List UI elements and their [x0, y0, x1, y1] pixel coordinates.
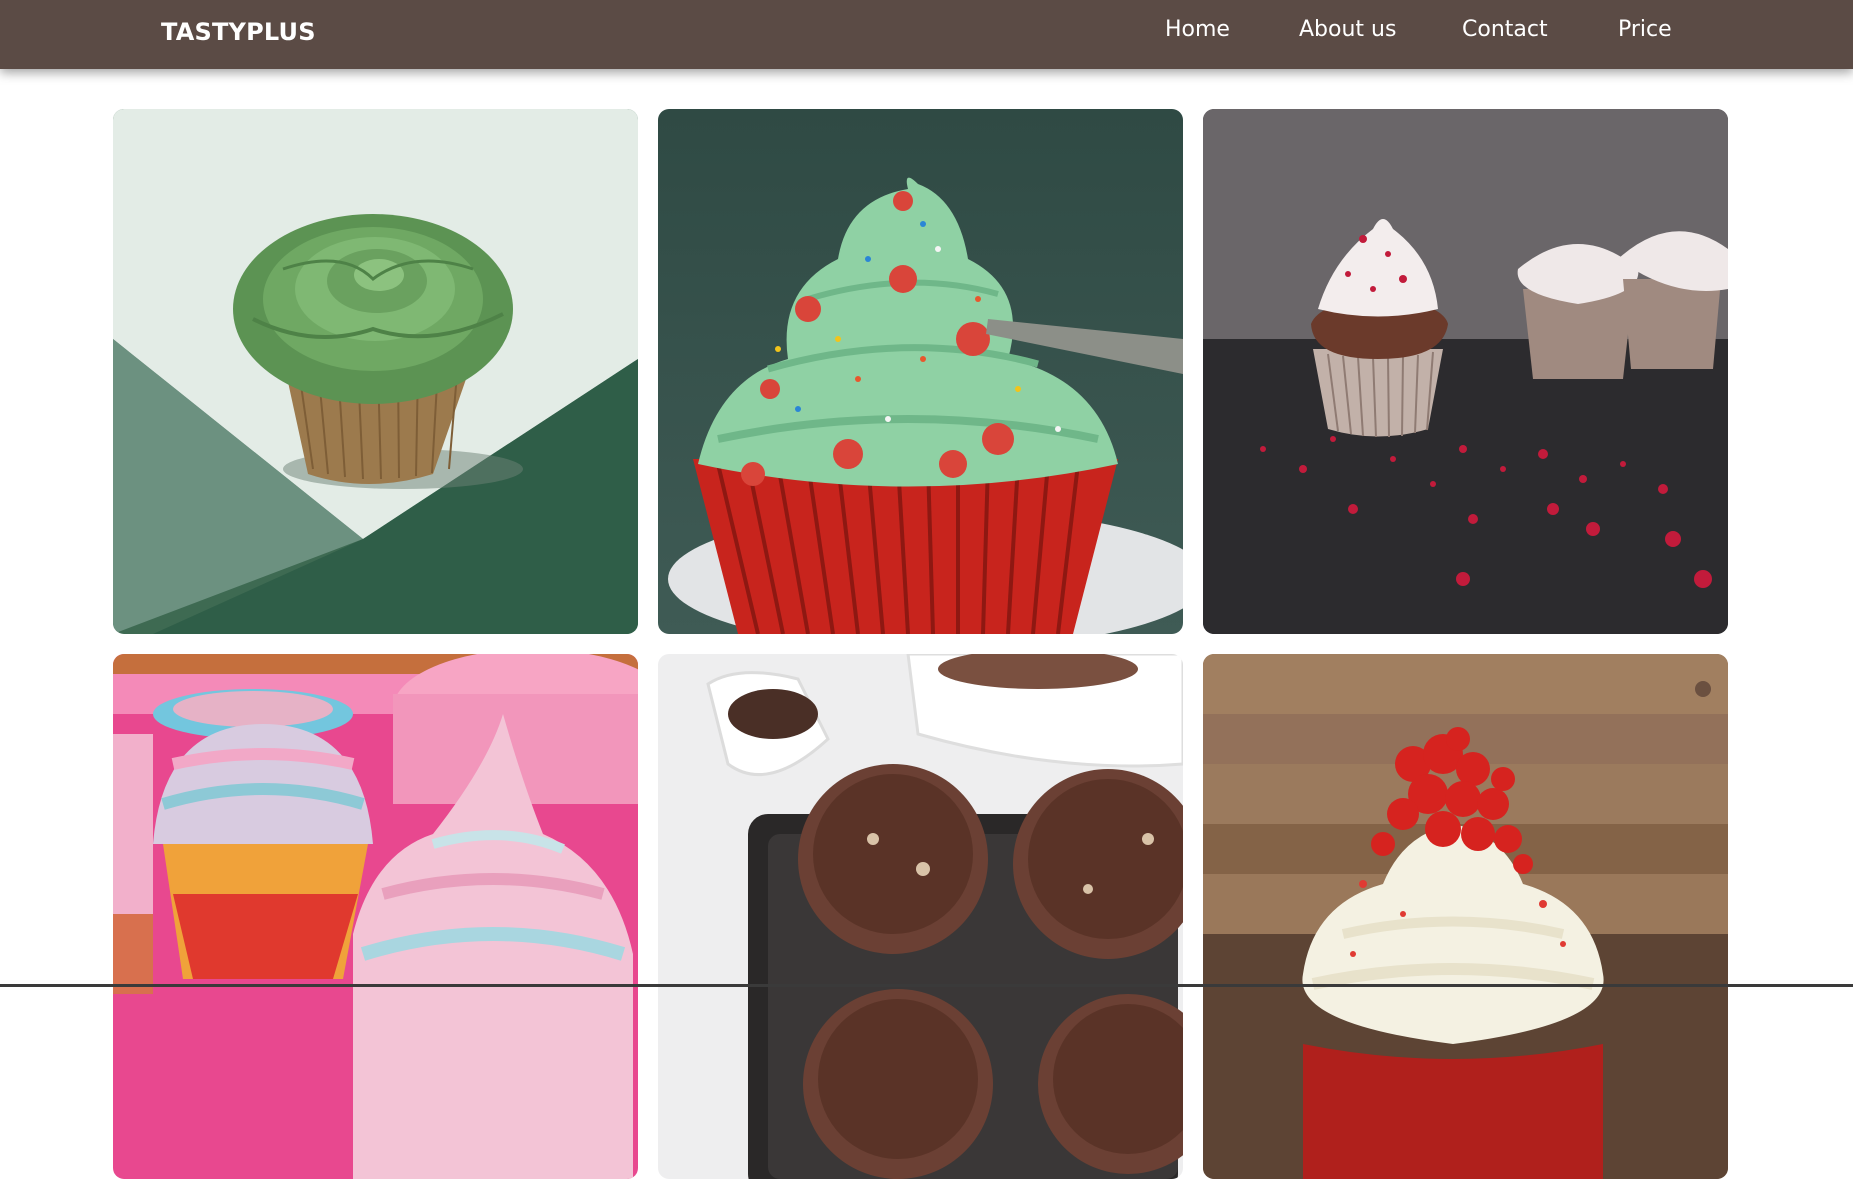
gallery-image-pastel-meringue-cupcakes[interactable] — [113, 654, 638, 1179]
pastel-meringue-cupcakes-photo — [113, 654, 638, 1179]
gallery-image-green-frosting-sprinkles-cupcake[interactable] — [658, 109, 1183, 634]
brand-logo-text[interactable]: TASTYPLUS — [161, 18, 316, 46]
white-frosting-cupcake-photo — [1203, 109, 1728, 634]
gallery-image-white-frosting-red-crumb-cupcake[interactable] — [1203, 109, 1728, 634]
gallery-image-green-rose-cupcake[interactable] — [113, 109, 638, 634]
chocolate-muffins-photo — [658, 654, 1183, 1179]
nav-price-link[interactable]: Price — [1618, 17, 1672, 42]
gallery-image-red-velvet-cupcake[interactable] — [1203, 654, 1728, 1179]
top-navbar: TASTYPLUS Home About us Contact Price — [0, 0, 1853, 69]
red-velvet-cupcake-photo — [1203, 654, 1728, 1179]
nav-home-link[interactable]: Home — [1165, 17, 1230, 42]
green-frosting-cupcake-photo — [658, 109, 1183, 634]
gallery-image-chocolate-muffins-tray[interactable] — [658, 654, 1183, 1179]
nav-about-link[interactable]: About us — [1299, 17, 1396, 42]
nav-contact-link[interactable]: Contact — [1462, 17, 1548, 42]
green-rose-cupcake-photo — [113, 109, 638, 634]
